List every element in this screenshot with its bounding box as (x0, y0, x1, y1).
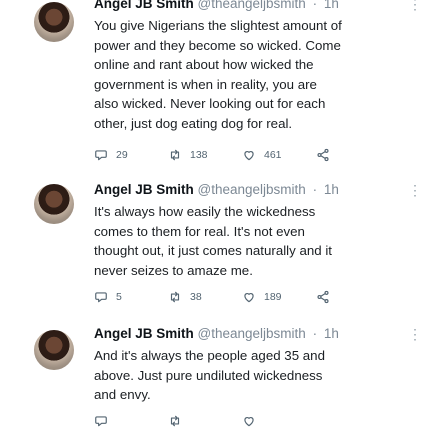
avatar[interactable] (34, 184, 74, 224)
reply-icon (95, 292, 107, 303)
like-count: 461 (264, 149, 282, 161)
tweet-text: It's always how easily the wickedness co… (94, 202, 394, 280)
tweet[interactable]: Angel JB Smith @theangeljbsmith · 1h ⋮ I… (0, 178, 428, 313)
tweet-text: You give Nigerians the slightest amount … (94, 16, 394, 133)
avatar[interactable] (34, 2, 74, 42)
reply-count: 29 (116, 149, 128, 161)
tweet-text-line: You give Nigerians the slightest amount … (94, 18, 342, 33)
separator-dot: · (312, 0, 318, 11)
like-button[interactable] (242, 414, 256, 428)
share-button[interactable] (316, 148, 330, 162)
retweet-count: 138 (190, 149, 208, 161)
reply-button[interactable]: 5 (94, 290, 122, 304)
tweet[interactable]: Angel JB Smith @theangeljbsmith · 1h ⋮ Y… (0, 0, 428, 170)
retweet-count: 38 (190, 291, 202, 303)
share-button[interactable] (316, 290, 330, 304)
author-name[interactable]: Angel JB Smith (94, 0, 194, 11)
reply-button[interactable] (94, 414, 108, 428)
tweet-text-line: government is when in reality, you are (94, 76, 317, 92)
tweet-text-line: thought out, it just comes naturally and… (94, 243, 333, 258)
tweet-header: Angel JB Smith @theangeljbsmith · 1h (94, 0, 339, 11)
tweet-text-line: never seizes to amaze me. (94, 262, 253, 278)
separator-dot: · (312, 326, 318, 341)
tweet-header: Angel JB Smith @theangeljbsmith · 1h (94, 326, 339, 341)
avatar[interactable] (34, 330, 74, 370)
share-icon (317, 290, 329, 304)
author-handle[interactable]: @theangeljbsmith (198, 0, 306, 11)
reply-icon (95, 416, 107, 427)
tweet-text-line: and envy. (94, 387, 151, 402)
share-icon (317, 148, 329, 162)
tweet-text-line: And it's always the people aged 35 and (94, 348, 325, 363)
author-handle[interactable]: @theangeljbsmith (198, 182, 306, 197)
reply-button[interactable]: 29 (94, 148, 128, 162)
tweet-text-line: other, just dog eating dog for real. (94, 115, 293, 131)
retweet-icon (170, 291, 180, 303)
retweet-icon (170, 149, 180, 161)
author-handle[interactable]: @theangeljbsmith (198, 326, 306, 341)
tweet-text-line: above. Just pure undiluted wickedness (94, 367, 323, 383)
author-name[interactable]: Angel JB Smith (94, 326, 194, 341)
more-options-icon[interactable]: ⋮ (408, 182, 422, 199)
tweet[interactable]: Angel JB Smith @theangeljbsmith · 1h ⋮ A… (0, 320, 428, 427)
timestamp[interactable]: 1h (324, 0, 339, 11)
tweet-text-line: comes to them for real. It's not even (94, 223, 305, 239)
timestamp[interactable]: 1h (324, 182, 339, 197)
tweet-text-line: also wicked. Never looking out for each (94, 96, 326, 111)
like-button[interactable]: 189 (242, 290, 282, 304)
tweet-text-line: online and rant about how wicked the (94, 57, 314, 72)
retweet-button[interactable] (168, 414, 182, 428)
separator-dot: · (312, 182, 318, 197)
retweet-icon (170, 415, 180, 427)
tweet-text-line: It's always how easily the wickedness (94, 204, 316, 219)
heart-icon (244, 293, 254, 303)
timestamp[interactable]: 1h (324, 326, 339, 341)
like-button[interactable]: 461 (242, 148, 282, 162)
heart-icon (244, 417, 254, 427)
tweet-text: And it's always the people aged 35 and a… (94, 346, 394, 405)
reply-count: 5 (116, 291, 122, 303)
tweet-header: Angel JB Smith @theangeljbsmith · 1h (94, 182, 339, 197)
reply-icon (95, 150, 107, 161)
retweet-button[interactable]: 138 (168, 148, 208, 162)
author-name[interactable]: Angel JB Smith (94, 182, 194, 197)
retweet-button[interactable]: 38 (168, 290, 202, 304)
more-options-icon[interactable]: ⋮ (408, 326, 422, 343)
like-count: 189 (264, 291, 282, 303)
heart-icon (244, 151, 254, 161)
tweet-text-line: power and they become so wicked. Come (94, 37, 341, 53)
more-options-icon[interactable]: ⋮ (408, 0, 422, 13)
